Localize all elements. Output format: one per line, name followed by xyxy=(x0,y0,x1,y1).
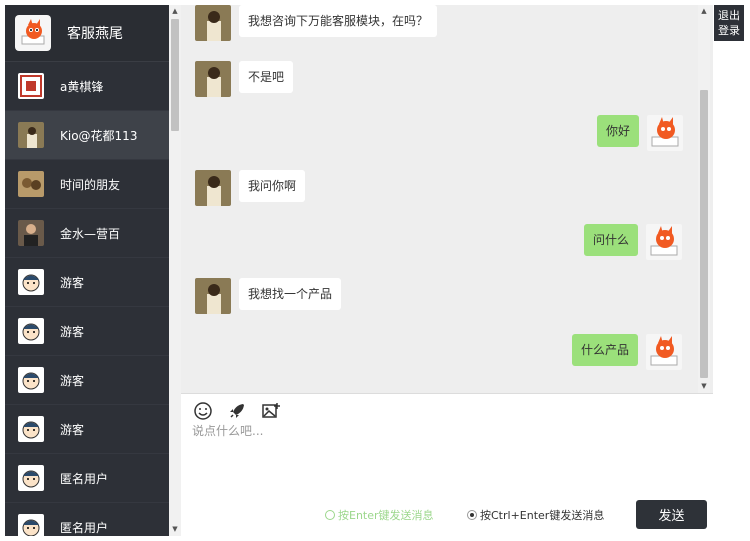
message-outgoing: 什么产品 xyxy=(572,334,683,370)
contact-name: 匿名用户 xyxy=(60,520,109,535)
contact-item[interactable]: 游客 xyxy=(5,405,169,454)
send-on-enter-option[interactable]: 按Enter键发送消息 xyxy=(325,507,434,523)
logout-button[interactable]: 退出登录 xyxy=(714,5,744,41)
contact-item[interactable]: 金水—营百 xyxy=(5,209,169,258)
scroll-down-arrow[interactable]: ▼ xyxy=(171,525,179,533)
photo-avatar xyxy=(18,220,44,246)
scroll-down-arrow[interactable]: ▼ xyxy=(700,382,708,390)
cartoon-avatar xyxy=(18,269,44,295)
contact-item[interactable]: 匿名用户 xyxy=(5,454,169,503)
sidebar-scrollbar[interactable]: ▲ ▼ xyxy=(169,5,181,536)
contact-item[interactable]: a黄棋锋 xyxy=(5,62,169,111)
message-composer: 说点什么吧... 按Enter键发送消息 按Ctrl+Enter键发送消息 发送 xyxy=(181,393,713,536)
message-text: 不是吧 xyxy=(239,61,294,93)
message-area: 我想咨询下万能客服模块，在吗？ 不是吧 你好 我问你啊 问什么 我想找一个产品 xyxy=(169,5,713,393)
contact-item[interactable]: 游客 xyxy=(5,258,169,307)
photo-avatar xyxy=(195,61,231,97)
message-text: 问什么 xyxy=(584,224,639,256)
contact-item[interactable]: 游客 xyxy=(5,356,169,405)
cartoon-avatar xyxy=(18,416,44,442)
fox-icon xyxy=(646,334,683,370)
message-text: 我想找一个产品 xyxy=(239,278,342,310)
contact-name: 游客 xyxy=(60,275,85,290)
photo-avatar xyxy=(195,170,231,206)
message-text: 我想咨询下万能客服模块，在吗？ xyxy=(239,5,438,37)
cartoon-avatar xyxy=(18,318,44,344)
send-on-ctrl-enter-option[interactable]: 按Ctrl+Enter键发送消息 xyxy=(467,507,604,523)
contact-name: 时间的朋友 xyxy=(60,177,121,192)
composer-toolbar xyxy=(191,400,283,422)
fox-icon xyxy=(646,224,683,260)
scrollbar-thumb[interactable] xyxy=(171,19,179,131)
message-incoming: 我问你啊 xyxy=(195,170,306,206)
cartoon-avatar xyxy=(18,367,44,393)
current-user-name: 客服燕尾 xyxy=(67,26,123,42)
message-text: 我问你啊 xyxy=(239,170,306,202)
radio-button[interactable] xyxy=(467,510,477,520)
cartoon-avatar xyxy=(18,465,44,491)
contact-name: 匿名用户 xyxy=(60,471,109,486)
option-label: 按Enter键发送消息 xyxy=(338,509,434,522)
contact-name: Kio@花都113 xyxy=(60,128,138,143)
contact-name: 游客 xyxy=(60,324,85,339)
photo-avatar xyxy=(195,5,231,41)
scrollbar-thumb[interactable] xyxy=(700,90,708,378)
chat-app: 客服燕尾 a黄棋锋 Kio@花都113 时间的朋友 金水—营百 游客 游客 游客… xyxy=(0,0,750,541)
rocket-icon[interactable] xyxy=(225,400,249,422)
fox-icon xyxy=(15,15,51,51)
message-outgoing: 问什么 xyxy=(584,224,683,260)
contact-name: 游客 xyxy=(60,373,85,388)
message-incoming: 我想找一个产品 xyxy=(195,278,342,314)
photo-avatar xyxy=(195,278,231,314)
message-outgoing: 你好 xyxy=(597,115,684,151)
current-user: 客服燕尾 xyxy=(5,5,169,62)
message-incoming: 不是吧 xyxy=(195,61,294,97)
option-label: 按Ctrl+Enter键发送消息 xyxy=(480,509,605,522)
message-incoming: 我想咨询下万能客服模块，在吗？ xyxy=(195,5,438,41)
radio-button[interactable] xyxy=(325,510,335,520)
contact-item[interactable]: 时间的朋友 xyxy=(5,160,169,209)
chat-scrollbar[interactable]: ▲ ▼ xyxy=(698,5,710,393)
contact-sidebar: 客服燕尾 a黄棋锋 Kio@花都113 时间的朋友 金水—营百 游客 游客 游客… xyxy=(5,5,169,536)
message-text: 你好 xyxy=(597,115,640,147)
fox-icon xyxy=(647,115,684,151)
smile-icon[interactable] xyxy=(191,400,215,422)
stamp-avatar xyxy=(18,73,44,99)
send-button[interactable]: 发送 xyxy=(636,500,707,529)
contact-item[interactable]: 游客 xyxy=(5,307,169,356)
contact-name: a黄棋锋 xyxy=(60,79,104,94)
contact-name: 金水—营百 xyxy=(60,226,121,241)
photo-avatar xyxy=(18,171,44,197)
message-input[interactable]: 说点什么吧... xyxy=(192,422,263,439)
image-icon[interactable] xyxy=(259,400,283,422)
message-text: 什么产品 xyxy=(572,334,639,366)
photo-avatar xyxy=(18,122,44,148)
cartoon-avatar xyxy=(18,514,44,536)
contact-item-active[interactable]: Kio@花都113 xyxy=(5,111,169,160)
contact-name: 游客 xyxy=(60,422,85,437)
scroll-up-arrow[interactable]: ▲ xyxy=(700,7,708,15)
scroll-up-arrow[interactable]: ▲ xyxy=(171,7,179,15)
contact-item[interactable]: 匿名用户 xyxy=(5,503,169,536)
